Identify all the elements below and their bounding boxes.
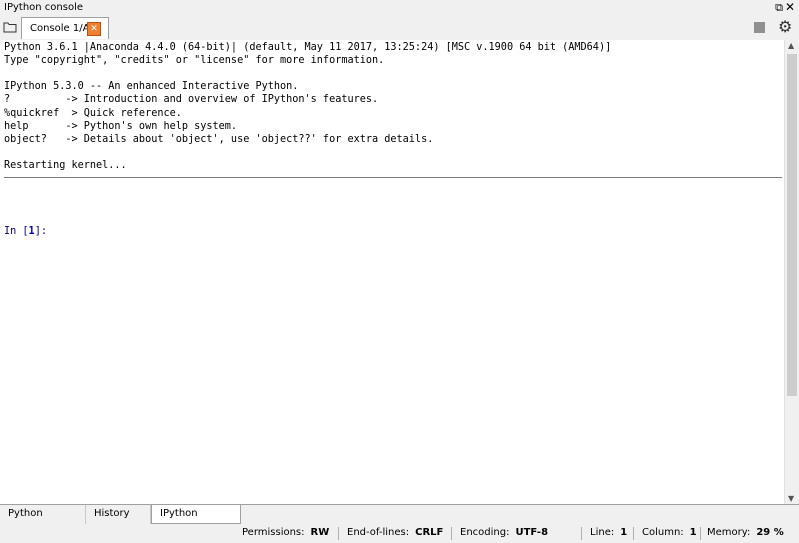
line-label: Line:	[590, 527, 615, 538]
help-line: object? -> Details about 'object', use '…	[4, 134, 434, 146]
help-text: IPython 5.3.0 -- An enhanced Interactive…	[4, 80, 433, 146]
close-tab-icon[interactable]: ✕	[87, 22, 101, 36]
status-divider	[338, 527, 339, 540]
help-line: help -> Python's own help system.	[4, 120, 238, 132]
status-eol: End-of-lines: CRLF	[347, 527, 443, 538]
memory-value: 29 %	[756, 527, 784, 538]
permissions-value: RW	[310, 527, 330, 538]
close-icon[interactable]: ✕	[785, 0, 795, 14]
status-column: Column: 1	[642, 527, 697, 538]
vertical-scrollbar[interactable]: ▲ ▼	[784, 40, 799, 504]
status-permissions: Permissions: RW	[242, 527, 329, 538]
status-bar: Permissions: RW End-of-lines: CRLF Encodin…	[0, 524, 799, 543]
permissions-label: Permissions:	[242, 527, 305, 538]
input-prompt[interactable]: In [1]:	[4, 225, 47, 238]
scroll-up-icon[interactable]: ▲	[788, 41, 794, 50]
tab-history-log[interactable]: History log	[86, 505, 151, 536]
browse-tabs-icon[interactable]	[3, 21, 17, 33]
tab-python-console[interactable]: Python console	[0, 505, 86, 536]
status-encoding: Encoding: UTF-8	[460, 527, 548, 538]
scroll-down-icon[interactable]: ▼	[788, 494, 794, 503]
gear-icon[interactable]: ⚙	[778, 18, 792, 36]
bottom-dock-tabs: Python console History log IPython conso…	[0, 504, 799, 536]
undock-icon[interactable]: ⧉	[775, 1, 783, 15]
memory-label: Memory:	[707, 527, 751, 538]
line-value: 1	[620, 527, 628, 538]
encoding-label: Encoding:	[460, 527, 510, 538]
help-line: ? -> Introduction and overview of IPytho…	[4, 94, 379, 106]
status-divider	[581, 527, 582, 540]
tab-console-1a[interactable]: Console 1/A ✕	[21, 17, 109, 39]
banner-line: Python 3.6.1 |Anaconda 4.4.0 (64-bit)| (…	[4, 42, 612, 53]
status-divider	[451, 527, 452, 540]
tab-ipython-console[interactable]: IPython console	[151, 505, 241, 536]
scroll-thumb[interactable]	[787, 54, 797, 396]
restart-separator	[4, 177, 782, 178]
column-label: Column:	[642, 527, 684, 538]
console-tab-bar: Console 1/A ✕ ⚙	[0, 16, 799, 41]
status-memory: Memory: 29 %	[707, 527, 784, 538]
status-divider	[633, 527, 634, 540]
prompt-prefix: In [	[4, 226, 29, 237]
help-line: %quickref > Quick reference.	[4, 107, 182, 119]
tab-label: Console 1/A	[30, 23, 90, 34]
banner-line: Type "copyright", "credits" or "license"…	[4, 55, 385, 67]
restart-message: Restarting kernel...	[4, 160, 127, 171]
eol-label: End-of-lines:	[347, 527, 410, 538]
pane-title: IPython console	[4, 2, 84, 13]
status-divider	[700, 527, 701, 540]
console-output[interactable]: Python 3.6.1 |Anaconda 4.4.0 (64-bit)| (…	[0, 40, 784, 504]
encoding-value: UTF-8	[515, 527, 549, 538]
banner: Python 3.6.1 |Anaconda 4.4.0 (64-bit)| (…	[4, 41, 611, 68]
eol-value: CRLF	[415, 527, 444, 538]
status-line: Line: 1	[590, 527, 627, 538]
stop-icon[interactable]	[754, 22, 765, 33]
prompt-suffix: ]:	[34, 226, 47, 237]
pane-title-bar: IPython console ⧉ ✕	[0, 0, 799, 16]
help-line: IPython 5.3.0 -- An enhanced Interactive…	[4, 81, 299, 92]
column-value: 1	[689, 527, 697, 538]
